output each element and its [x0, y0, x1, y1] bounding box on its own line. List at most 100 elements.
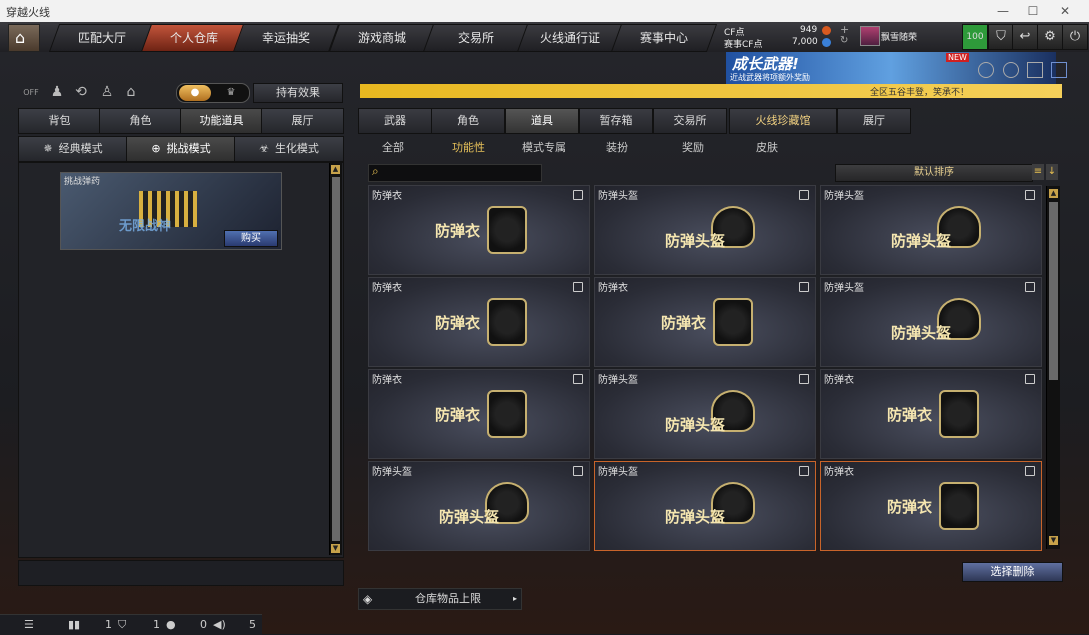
item-card[interactable]: 防弹头盔 防弹头盔: [820, 277, 1042, 367]
nav-tab-event-center[interactable]: 赛事中心: [610, 24, 718, 52]
level-badge[interactable]: 100: [962, 24, 988, 50]
item-card[interactable]: 防弹衣 防弹衣: [368, 369, 590, 459]
grid-scroll-down-icon[interactable]: ▼: [1049, 536, 1058, 545]
grid-scroll-up-icon[interactable]: ▲: [1049, 189, 1058, 198]
nav-tab-personal-storage[interactable]: 个人仓库: [140, 24, 248, 52]
item-card[interactable]: 防弹衣 防弹衣: [368, 185, 590, 275]
search-icon: ⌕: [372, 164, 379, 178]
right-tab-collection[interactable]: 火线珍藏馆: [729, 108, 837, 134]
scroll-down-icon[interactable]: ▼: [331, 544, 340, 553]
item-card[interactable]: 防弹衣 防弹衣: [820, 369, 1042, 459]
mode-classic[interactable]: ✵ 经典模式: [18, 136, 128, 162]
list-view-icon[interactable]: ≡: [1032, 164, 1044, 180]
close-icon[interactable]: ✕: [1050, 2, 1080, 20]
storage-capacity-button[interactable]: ◈ 仓库物品上限 ▸: [358, 588, 522, 610]
badge-icon-2[interactable]: [1003, 62, 1019, 78]
item-card[interactable]: 防弹头盔 防弹头盔: [368, 461, 590, 551]
mouse-icon[interactable]: ⌂: [122, 84, 140, 102]
item-name: 防弹衣: [372, 283, 402, 294]
mode-zombie-label: 生化模式: [274, 142, 319, 155]
scroll-up-icon[interactable]: ▲: [331, 165, 340, 174]
status-value-4: 5: [249, 618, 256, 631]
subtab-skins[interactable]: 皮肤: [756, 139, 778, 155]
gear-icon[interactable]: ⚙: [1037, 24, 1063, 50]
item-card[interactable]: 防弹头盔 防弹头盔: [594, 369, 816, 459]
menu-icon[interactable]: ☰: [24, 618, 34, 631]
exit-icon[interactable]: ↩: [1012, 24, 1038, 50]
maximize-icon[interactable]: ☐: [1018, 2, 1048, 20]
mode-challenge-label: 挑战模式: [166, 142, 211, 155]
shield-icon[interactable]: ⛉: [988, 24, 1014, 50]
item-card[interactable]: 防弹衣 防弹衣: [820, 461, 1042, 551]
lock-icon: [1025, 466, 1035, 476]
mode-challenge[interactable]: ⊕ 挑战模式: [126, 136, 236, 162]
minimize-icon[interactable]: —: [988, 2, 1018, 20]
event-cf-value: 7,000: [792, 37, 818, 47]
right-tab-weapons[interactable]: 武器: [358, 108, 432, 134]
effects-button[interactable]: 持有效果: [253, 83, 343, 103]
sort-dropdown[interactable]: 默认排序: [835, 164, 1033, 182]
nav-tab-game-mall[interactable]: 游戏商城: [328, 24, 436, 52]
nav-tab-match-hall[interactable]: 匹配大厅: [48, 24, 156, 52]
left-tab-showroom[interactable]: 展厅: [261, 108, 344, 134]
buy-button[interactable]: 购买: [224, 230, 278, 247]
home-button[interactable]: ⌂: [8, 24, 40, 52]
refresh-icon[interactable]: ↻: [840, 35, 848, 46]
left-scrollbar[interactable]: ▲ ▼: [329, 163, 342, 555]
subtab-rewards[interactable]: 奖励: [682, 139, 704, 155]
left-tab-function-items[interactable]: 功能道具: [180, 108, 263, 134]
badge-icon-1[interactable]: [978, 62, 994, 78]
view-toggle[interactable]: ● ♛: [176, 83, 250, 103]
item-card[interactable]: 防弹衣 防弹衣: [594, 277, 816, 367]
nav-tab-battle-pass[interactable]: 火线通行证: [516, 24, 624, 52]
item-name: 防弹头盔: [598, 191, 638, 202]
volume-icon[interactable]: ◀): [213, 618, 226, 631]
chevron-right-icon: ▸: [513, 594, 518, 603]
item-label: 防弹头盔: [665, 416, 726, 434]
badge-icon-3[interactable]: [1027, 62, 1043, 78]
friends-icon[interactable]: ▮▮: [68, 618, 80, 631]
right-tab-items[interactable]: 道具: [505, 108, 579, 134]
pose-icon[interactable]: ♙: [98, 84, 116, 102]
person-toggle-icon[interactable]: ●: [179, 85, 211, 101]
item-card[interactable]: 防弹头盔 防弹头盔: [594, 461, 816, 551]
mode-zombie[interactable]: ☣ 生化模式: [234, 136, 344, 162]
left-tab-backpack[interactable]: 背包: [18, 108, 101, 134]
off-toggle-icon[interactable]: OFF: [22, 88, 40, 106]
left-scroll-thumb[interactable]: [332, 177, 340, 541]
right-tab-showroom[interactable]: 展厅: [837, 108, 911, 134]
challenge-ammo-card[interactable]: 挑战弹药 无限战神 购买: [60, 172, 282, 250]
right-tab-character[interactable]: 角色: [431, 108, 505, 134]
character-icon[interactable]: ♟: [48, 84, 66, 102]
lock-icon: [573, 282, 583, 292]
avatar[interactable]: [860, 26, 880, 46]
mode-classic-label: 经典模式: [58, 142, 103, 155]
right-scrollbar[interactable]: ▲ ▼: [1046, 186, 1060, 549]
power-icon[interactable]: ⏻: [1062, 24, 1088, 50]
right-tab-exchange[interactable]: 交易所: [653, 108, 727, 134]
select-delete-button[interactable]: 选择删除: [962, 562, 1063, 582]
badge-icon-4[interactable]: [1051, 62, 1067, 78]
item-card[interactable]: 防弹头盔 防弹头盔: [594, 185, 816, 275]
subtab-mode-exclusive[interactable]: 模式专属: [522, 139, 566, 155]
rotate-icon[interactable]: ⟲: [72, 84, 90, 102]
sort-direction-icon[interactable]: ↓: [1046, 164, 1058, 180]
chat-icon[interactable]: ●: [166, 618, 176, 631]
grid-scroll-thumb[interactable]: [1049, 202, 1058, 380]
subtab-all[interactable]: 全部: [382, 139, 404, 155]
nav-tab-exchange[interactable]: 交易所: [422, 24, 530, 52]
announcement-ticker: 全区五谷丰登，笑承不！: [360, 84, 1062, 98]
left-tab-character[interactable]: 角色: [99, 108, 182, 134]
event-cf-label: 赛事CF点: [724, 40, 763, 50]
subtab-functional[interactable]: 功能性: [452, 139, 485, 155]
subtab-outfit[interactable]: 装扮: [606, 139, 628, 155]
window-title-bar: 穿越火线 — ☐ ✕: [0, 0, 1089, 22]
search-input[interactable]: ⌕: [368, 164, 542, 182]
right-tab-storage-box[interactable]: 暂存箱: [579, 108, 653, 134]
trophy-toggle-icon[interactable]: ♛: [215, 85, 247, 101]
item-name: 防弹头盔: [598, 467, 638, 478]
item-card[interactable]: 防弹头盔 防弹头盔: [820, 185, 1042, 275]
clan-icon[interactable]: ⛉: [118, 618, 126, 632]
nav-tab-lucky-draw[interactable]: 幸运抽奖: [232, 24, 340, 52]
item-card[interactable]: 防弹衣 防弹衣: [368, 277, 590, 367]
